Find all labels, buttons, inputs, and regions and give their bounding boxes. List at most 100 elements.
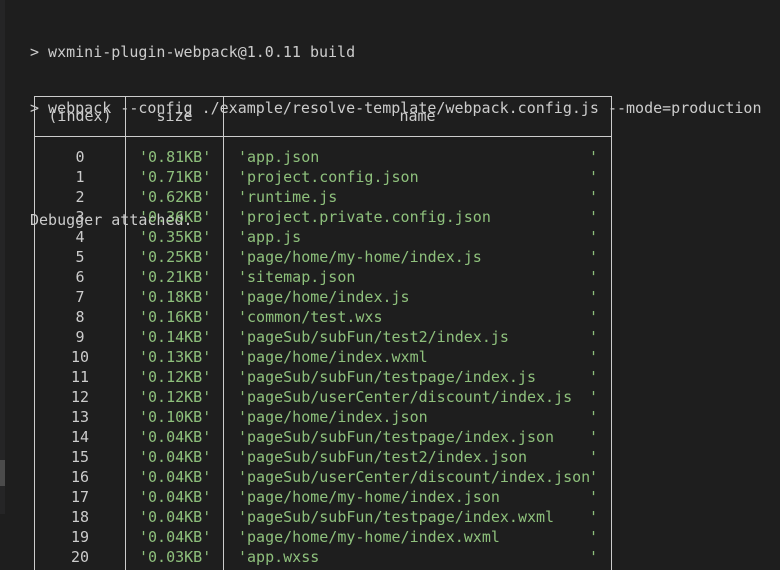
row-name: 'sitemap.json xyxy=(238,268,356,286)
row-index: 3 xyxy=(75,208,85,226)
row-index: 6 xyxy=(75,268,85,286)
table-row: 0 '0.81KB' 'app.json ' xyxy=(35,147,611,167)
row-index: 10 xyxy=(70,348,90,366)
row-closing-quote: ' xyxy=(589,168,599,186)
row-size: '0.04KB' xyxy=(139,468,212,486)
editor-gutter xyxy=(0,0,5,514)
scrollbar-thumb[interactable] xyxy=(0,460,5,486)
row-name: 'pageSub/subFun/testpage/index.js xyxy=(238,368,537,386)
table-row: 4 '0.35KB' 'app.js ' xyxy=(35,227,611,247)
row-index: 9 xyxy=(75,328,85,346)
row-closing-quote: ' xyxy=(589,448,599,466)
row-closing-quote: ' xyxy=(589,268,599,286)
row-index: 7 xyxy=(75,288,85,306)
table-row: 13 '0.10KB' 'page/home/index.json ' xyxy=(35,407,611,427)
table-row: 12 '0.12KB' 'pageSub/userCenter/discount/i… xyxy=(35,387,611,407)
row-name: 'project.config.json xyxy=(238,168,419,186)
row-closing-quote: ' xyxy=(589,528,599,546)
row-index: 0 xyxy=(75,148,85,166)
row-closing-quote: ' xyxy=(589,388,599,406)
row-name: 'page/home/my-home/index.js xyxy=(238,248,482,266)
table-row: 3 '0.36KB' 'project.private.config.json ' xyxy=(35,207,611,227)
row-closing-quote: ' xyxy=(589,228,599,246)
row-closing-quote: ' xyxy=(589,548,599,566)
row-closing-quote: ' xyxy=(589,428,599,446)
table-row: 14 '0.04KB' 'pageSub/subFun/testpage/index… xyxy=(35,427,611,447)
table-row: 20 '0.03KB' 'app.wxss ' xyxy=(35,547,611,567)
row-name: 'app.js xyxy=(238,228,302,246)
row-name: 'pageSub/userCenter/discount/index.json xyxy=(238,468,591,486)
row-name: 'pageSub/subFun/test2/index.js xyxy=(238,328,509,346)
command-line-1: > wxmini-plugin-webpack@1.0.11 build xyxy=(30,43,356,61)
header-index: (index) xyxy=(48,107,112,125)
table-row: 15 '0.04KB' 'pageSub/subFun/test2/index.js… xyxy=(35,447,611,467)
table-row: 17 '0.04KB' 'page/home/my-home/index.json ' xyxy=(35,487,611,507)
row-index: 17 xyxy=(70,488,90,506)
table-row: 5 '0.25KB' 'page/home/my-home/index.js ' xyxy=(35,247,611,267)
row-name: 'runtime.js xyxy=(238,188,338,206)
table-row: 6 '0.21KB' 'sitemap.json ' xyxy=(35,267,611,287)
table-row: 2 '0.62KB' 'runtime.js ' xyxy=(35,187,611,207)
row-size: '0.12KB' xyxy=(139,368,212,386)
row-name: 'page/home/my-home/index.wxml xyxy=(238,528,500,546)
row-size: '0.21KB' xyxy=(139,268,212,286)
row-name: 'project.private.config.json xyxy=(238,208,491,226)
row-size: '0.04KB' xyxy=(139,488,212,506)
row-name: 'page/home/index.wxml xyxy=(238,348,428,366)
row-closing-quote: ' xyxy=(589,348,599,366)
row-size: '0.10KB' xyxy=(139,408,212,426)
row-closing-quote: ' xyxy=(589,488,599,506)
row-size: '0.16KB' xyxy=(139,308,212,326)
table-row: 18 '0.04KB' 'pageSub/subFun/testpage/index… xyxy=(35,507,611,527)
row-index: 8 xyxy=(75,308,85,326)
row-index: 16 xyxy=(70,468,90,486)
row-size: '0.04KB' xyxy=(139,428,212,446)
row-name: 'app.wxss xyxy=(238,548,320,566)
table-row: 10 '0.13KB' 'page/home/index.wxml ' xyxy=(35,347,611,367)
row-index: 14 xyxy=(70,428,90,446)
row-size: '0.13KB' xyxy=(139,348,212,366)
table-row: 7 '0.18KB' 'page/home/index.js ' xyxy=(35,287,611,307)
row-index: 1 xyxy=(75,168,85,186)
row-size: '0.12KB' xyxy=(139,388,212,406)
row-closing-quote: ' xyxy=(589,328,599,346)
row-index: 11 xyxy=(70,368,90,386)
row-index: 5 xyxy=(75,248,85,266)
row-closing-quote: ' xyxy=(589,368,599,386)
table-row: 19 '0.04KB' 'page/home/my-home/index.wxml ' xyxy=(35,527,611,547)
row-size: '0.14KB' xyxy=(139,328,212,346)
row-size: '0.04KB' xyxy=(139,528,212,546)
row-index: 2 xyxy=(75,188,85,206)
row-closing-quote: ' xyxy=(589,408,599,426)
table-row: 8 '0.16KB' 'common/test.wxs ' xyxy=(35,307,611,327)
row-name: 'pageSub/userCenter/discount/index.js xyxy=(238,388,573,406)
row-size: '0.04KB' xyxy=(139,508,212,526)
row-name: 'page/home/index.json xyxy=(238,408,428,426)
table-row: 1 '0.71KB' 'project.config.json ' xyxy=(35,167,611,187)
row-name: 'app.json xyxy=(238,148,320,166)
row-closing-quote: ' xyxy=(589,288,599,306)
row-size: '0.03KB' xyxy=(139,548,212,566)
row-index: 15 xyxy=(70,448,90,466)
table-header: (index) size name xyxy=(35,97,611,137)
row-index: 19 xyxy=(70,528,90,546)
row-size: '0.71KB' xyxy=(139,168,212,186)
row-index: 20 xyxy=(70,548,90,566)
row-closing-quote: ' xyxy=(589,468,599,486)
row-closing-quote: ' xyxy=(589,208,599,226)
row-closing-quote: ' xyxy=(589,308,599,326)
row-closing-quote: ' xyxy=(589,148,599,166)
row-closing-quote: ' xyxy=(589,248,599,266)
row-index: 4 xyxy=(75,228,85,246)
row-name: 'page/home/my-home/index.json xyxy=(238,488,500,506)
row-closing-quote: ' xyxy=(589,508,599,526)
row-size: '0.36KB' xyxy=(139,208,212,226)
row-index: 18 xyxy=(70,508,90,526)
table-row: 9 '0.14KB' 'pageSub/subFun/test2/index.js ' xyxy=(35,327,611,347)
row-size: '0.18KB' xyxy=(139,288,212,306)
table-row: 16 '0.04KB' 'pageSub/userCenter/discount/i… xyxy=(35,467,611,487)
row-size: '0.81KB' xyxy=(139,148,212,166)
header-name: name xyxy=(399,107,436,125)
row-size: '0.62KB' xyxy=(139,188,212,206)
row-size: '0.04KB' xyxy=(139,448,212,466)
